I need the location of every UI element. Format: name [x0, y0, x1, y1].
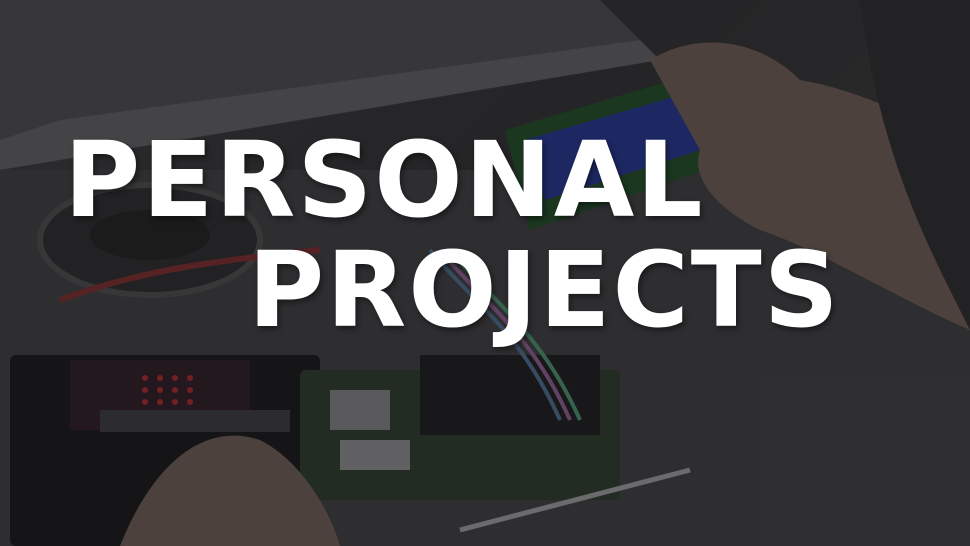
hero-banner: PERSONAL PROJECTS [0, 0, 970, 546]
title-line-1: PERSONAL [64, 119, 705, 241]
title-line-2: PROJECTS [248, 229, 841, 351]
